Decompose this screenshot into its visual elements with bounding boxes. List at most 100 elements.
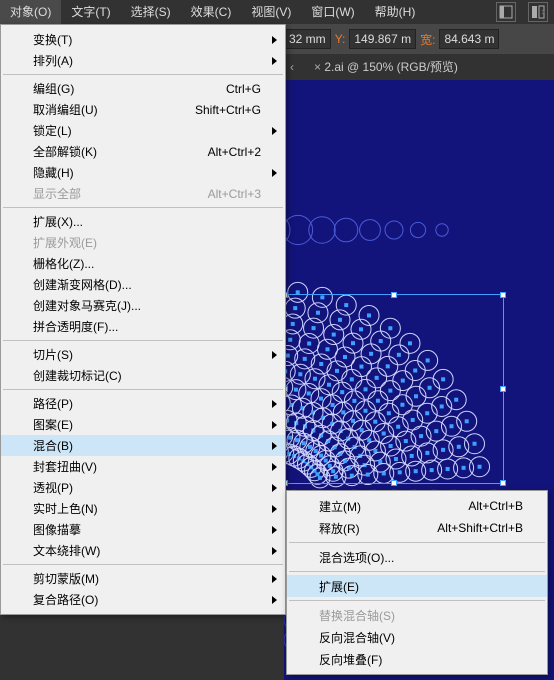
menu-item[interactable]: 拼合透明度(F)... <box>1 316 285 337</box>
w-value: 84.643 m <box>444 32 494 46</box>
submenu-item[interactable]: 释放(R) Alt+Shift+Ctrl+B <box>287 517 547 539</box>
menu-item-label: 文本绕排(W) <box>33 542 100 559</box>
menu-item-label: 变换(T) <box>33 31 72 48</box>
menu-item-label: 图案(E) <box>33 416 73 433</box>
menu-item[interactable]: 剪切蒙版(M) <box>1 568 285 589</box>
menu-item[interactable]: 图像描摹 <box>1 519 285 540</box>
menu-item-label: 全部解锁(K) <box>33 143 97 160</box>
menu-item-label: 混合(B) <box>33 437 73 454</box>
handle-br[interactable] <box>500 480 506 486</box>
handle-bm[interactable] <box>391 480 397 486</box>
submenu-item[interactable]: 反向堆叠(F) <box>287 648 547 670</box>
menu-item[interactable]: 编组(G)Ctrl+G <box>1 78 285 99</box>
menubar: 对象(O) 文字(T) 选择(S) 效果(C) 视图(V) 窗口(W) 帮助(H… <box>0 0 554 24</box>
shortcut: Ctrl+G <box>226 82 261 96</box>
shortcut: Shift+Ctrl+G <box>195 103 261 117</box>
submenu-item-label: 建立(M) <box>319 498 361 515</box>
chevron-right-icon <box>272 36 277 44</box>
blend-submenu: 建立(M)Alt+Ctrl+B 释放(R) Alt+Shift+Ctrl+B 混合选项… <box>286 490 548 675</box>
chevron-left-icon[interactable]: ‹ <box>284 60 300 74</box>
tab-title: 2.ai @ 150% (RGB/预览) <box>324 60 458 74</box>
menu-item-label: 路径(P) <box>33 395 73 412</box>
chevron-right-icon <box>272 421 277 429</box>
menu-item-label: 复合路径(O) <box>33 591 98 608</box>
menu-item[interactable]: 路径(P) <box>1 393 285 414</box>
handle-mr[interactable] <box>500 386 506 392</box>
menu-object[interactable]: 对象(O) <box>0 0 61 24</box>
menu-item-label: 排列(A) <box>33 52 73 69</box>
menu-item-label: 透视(P) <box>33 479 73 496</box>
submenu-item: 替换混合轴(S) <box>287 604 547 626</box>
x-value: 32 mm <box>289 32 326 46</box>
menu-type[interactable]: 文字(T) <box>61 0 120 24</box>
submenu-item-label: 混合选项(O)... <box>319 549 394 566</box>
menu-item: 显示全部Alt+Ctrl+3 <box>1 183 285 204</box>
doc-layout-icon[interactable] <box>496 2 516 22</box>
menu-item[interactable]: 切片(S) <box>1 344 285 365</box>
handle-tm[interactable] <box>391 292 397 298</box>
x-field[interactable]: 32 mm <box>284 29 331 49</box>
menu-item[interactable]: 实时上色(N) <box>1 498 285 519</box>
y-field[interactable]: 149.867 m <box>349 29 416 49</box>
menu-item-label: 实时上色(N) <box>33 500 98 517</box>
menu-item-label: 封套扭曲(V) <box>33 458 97 475</box>
menu-item-label: 隐藏(H) <box>33 164 74 181</box>
menu-window[interactable]: 窗口(W) <box>301 0 364 24</box>
menu-item-label: 切片(S) <box>33 346 73 363</box>
menu-item[interactable]: 锁定(L) <box>1 120 285 141</box>
chevron-right-icon <box>272 169 277 177</box>
menu-item[interactable]: 变换(T) <box>1 29 285 50</box>
chevron-right-icon <box>272 505 277 513</box>
shortcut: Alt+Shift+Ctrl+B <box>437 521 523 535</box>
shortcut: Alt+Ctrl+3 <box>208 187 261 201</box>
menu-item[interactable]: 全部解锁(K)Alt+Ctrl+2 <box>1 141 285 162</box>
menu-item[interactable]: 透视(P) <box>1 477 285 498</box>
selection-box[interactable] <box>284 294 504 484</box>
chevron-right-icon <box>272 442 277 450</box>
menu-item[interactable]: 创建对象马赛克(J)... <box>1 295 285 316</box>
menu-view[interactable]: 视图(V) <box>241 0 301 24</box>
menu-item[interactable]: 栅格化(Z)... <box>1 253 285 274</box>
menu-item[interactable]: 扩展(X)... <box>1 211 285 232</box>
handle-tr[interactable] <box>500 292 506 298</box>
chevron-right-icon <box>272 526 277 534</box>
chevron-right-icon <box>272 484 277 492</box>
menu-item[interactable]: 文本绕排(W) <box>1 540 285 561</box>
y-value: 149.867 m <box>354 32 411 46</box>
chevron-right-icon <box>272 575 277 583</box>
menu-item-label: 创建渐变网格(D)... <box>33 276 132 293</box>
arrange-icon[interactable] <box>528 2 548 22</box>
submenu-item-label: 替换混合轴(S) <box>319 607 395 624</box>
menu-item-label: 取消编组(U) <box>33 101 98 118</box>
submenu-item-label: 扩展(E) <box>319 578 359 595</box>
document-tab[interactable]: × 2.ai @ 150% (RGB/预览) <box>300 54 468 80</box>
submenu-item[interactable]: 反向混合轴(V) <box>287 626 547 648</box>
close-icon[interactable]: × <box>314 60 321 74</box>
menu-item[interactable]: 创建裁切标记(C) <box>1 365 285 386</box>
menu-item[interactable]: 创建渐变网格(D)... <box>1 274 285 295</box>
submenu-item-label: 反向堆叠(F) <box>319 651 382 668</box>
menu-item[interactable]: 图案(E) <box>1 414 285 435</box>
chevron-right-icon <box>272 127 277 135</box>
menu-help[interactable]: 帮助(H) <box>365 0 426 24</box>
menu-select[interactable]: 选择(S) <box>121 0 181 24</box>
menu-item[interactable]: 封套扭曲(V) <box>1 456 285 477</box>
menu-item-label: 栅格化(Z)... <box>33 255 94 272</box>
tabs-row: ‹ × 2.ai @ 150% (RGB/预览) <box>284 54 554 80</box>
submenu-item[interactable]: 建立(M)Alt+Ctrl+B <box>287 495 547 517</box>
submenu-item[interactable]: 扩展(E) <box>287 575 547 597</box>
chevron-right-icon <box>272 463 277 471</box>
submenu-item-label: 反向混合轴(V) <box>319 629 395 646</box>
menu-effect[interactable]: 效果(C) <box>181 0 242 24</box>
w-label: 宽: <box>416 31 439 48</box>
menu-item[interactable]: 复合路径(O) <box>1 589 285 610</box>
submenu-item[interactable]: 混合选项(O)... <box>287 546 547 568</box>
submenu-item-label: 释放(R) <box>319 520 360 537</box>
menu-item[interactable]: 排列(A) <box>1 50 285 71</box>
menu-item[interactable]: 混合(B) <box>1 435 285 456</box>
menu-item-label: 锁定(L) <box>33 122 72 139</box>
w-field[interactable]: 84.643 m <box>439 29 499 49</box>
menu-item[interactable]: 隐藏(H) <box>1 162 285 183</box>
chevron-right-icon <box>272 57 277 65</box>
menu-item[interactable]: 取消编组(U) Shift+Ctrl+G <box>1 99 285 120</box>
